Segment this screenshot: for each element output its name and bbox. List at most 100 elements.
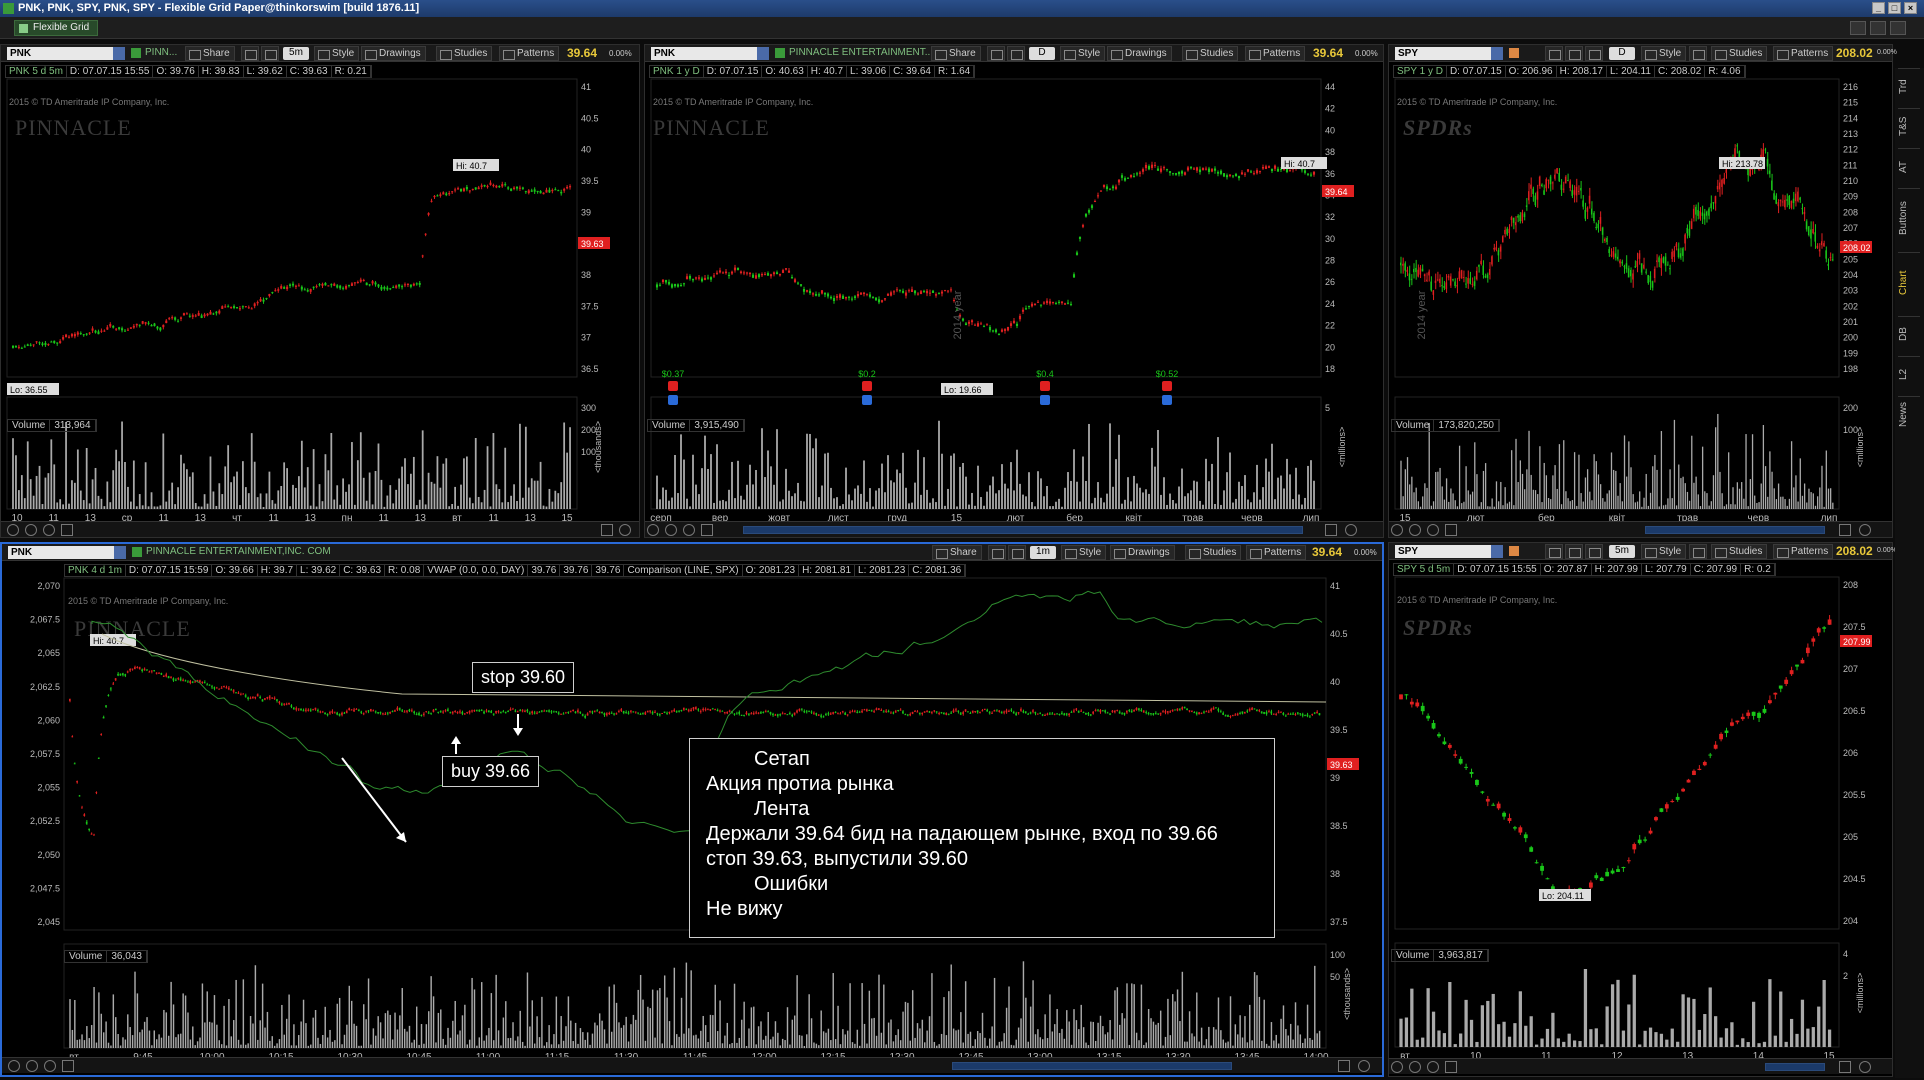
share-icon[interactable] bbox=[1545, 544, 1563, 559]
symbol-input[interactable]: PNK bbox=[7, 47, 125, 60]
share-icon[interactable] bbox=[1545, 46, 1563, 61]
timeframe-button[interactable]: 1m bbox=[1030, 546, 1056, 559]
sidebar-tab-db[interactable]: DB bbox=[1898, 316, 1920, 352]
horizontal-scrollbar[interactable] bbox=[952, 1062, 1232, 1070]
style-button[interactable]: Style bbox=[1641, 544, 1687, 559]
scroll-right-icon[interactable] bbox=[1839, 524, 1851, 536]
style-button[interactable]: Style bbox=[1641, 46, 1687, 61]
zoom-out-icon[interactable] bbox=[1409, 524, 1421, 536]
timeframe-button[interactable]: D bbox=[1609, 47, 1635, 60]
gear-icon[interactable] bbox=[1890, 21, 1906, 35]
sidebar-tab-ts[interactable]: T&S bbox=[1898, 108, 1920, 144]
grid-layout-icon[interactable] bbox=[1850, 21, 1866, 35]
patterns-button[interactable]: Patterns bbox=[1773, 544, 1834, 559]
symbol-input[interactable]: PNK bbox=[8, 546, 126, 559]
cursor-icon[interactable] bbox=[1445, 524, 1457, 536]
symbol-input[interactable]: SPY bbox=[1395, 545, 1503, 558]
patterns-button[interactable]: Patterns bbox=[1245, 46, 1306, 61]
scroll-right-icon[interactable] bbox=[1338, 1060, 1350, 1072]
drawings-button[interactable]: Drawings bbox=[1110, 545, 1175, 560]
scroll-right-icon[interactable] bbox=[601, 524, 613, 536]
expand-icon[interactable] bbox=[1859, 524, 1871, 536]
maximize-button[interactable]: □ bbox=[1888, 2, 1901, 14]
cursor-icon[interactable] bbox=[62, 1060, 74, 1072]
expand-icon[interactable] bbox=[619, 524, 631, 536]
wrench-icon[interactable] bbox=[1007, 46, 1025, 61]
magnifier-icon[interactable] bbox=[683, 524, 695, 536]
symbol-input[interactable]: SPY bbox=[1395, 47, 1503, 60]
studies-button[interactable]: Studies bbox=[436, 46, 493, 61]
studies-button[interactable]: Studies bbox=[1711, 46, 1768, 61]
flexible-grid-button[interactable]: Flexible Grid bbox=[14, 20, 99, 36]
style-button[interactable]: Style bbox=[314, 46, 360, 61]
crosshair-icon[interactable] bbox=[1565, 46, 1583, 61]
minimize-button[interactable]: _ bbox=[1872, 2, 1885, 14]
magnifier-icon[interactable] bbox=[1427, 1061, 1439, 1073]
sidebar-tab-trd[interactable]: Trd bbox=[1898, 68, 1920, 104]
expand-icon[interactable] bbox=[1345, 524, 1357, 536]
sidebar-tab-chart[interactable]: Chart bbox=[1898, 252, 1920, 312]
patterns-button[interactable]: Patterns bbox=[499, 46, 560, 61]
pin-icon[interactable] bbox=[1870, 21, 1886, 35]
timeframe-button[interactable]: D bbox=[1029, 47, 1055, 60]
style-button[interactable]: Style bbox=[1061, 545, 1107, 560]
horizontal-scrollbar[interactable] bbox=[1645, 526, 1825, 534]
studies-button[interactable]: Studies bbox=[1711, 544, 1768, 559]
drawings-icon[interactable] bbox=[1689, 46, 1707, 61]
drawings-button[interactable]: Drawings bbox=[1107, 46, 1172, 61]
zoom-in-icon[interactable] bbox=[1391, 1061, 1403, 1073]
price-chart[interactable]: 208 207.5 207 206.5 206 205.5 205 204.5 204 4 2 <mi… bbox=[1389, 563, 1894, 1076]
magnifier-icon[interactable] bbox=[44, 1060, 56, 1072]
zoom-in-icon[interactable] bbox=[8, 1060, 20, 1072]
share-button[interactable]: Share bbox=[931, 46, 981, 61]
expand-icon[interactable] bbox=[1358, 1060, 1370, 1072]
price-chart[interactable]: 44424038363432302826242220185<millions>с… bbox=[645, 65, 1385, 539]
studies-button[interactable]: Studies bbox=[1182, 46, 1239, 61]
crosshair-icon[interactable] bbox=[988, 545, 1006, 560]
close-button[interactable]: × bbox=[1904, 2, 1917, 14]
horizontal-scrollbar[interactable] bbox=[743, 526, 1303, 534]
sidebar-tab-news[interactable]: News bbox=[1898, 396, 1920, 432]
wrench-icon[interactable] bbox=[1585, 46, 1603, 61]
share-button[interactable]: Share bbox=[932, 545, 982, 560]
drawings-icon[interactable] bbox=[1689, 544, 1707, 559]
cursor-icon[interactable] bbox=[1445, 1061, 1457, 1073]
price-chart[interactable]: 4140.54039.53938.53837.53736.5300200100<… bbox=[1, 65, 641, 539]
timeframe-button[interactable]: 5m bbox=[283, 47, 309, 60]
expand-icon[interactable] bbox=[1859, 1061, 1871, 1073]
style-button[interactable]: Style bbox=[1060, 46, 1106, 61]
zoom-in-icon[interactable] bbox=[7, 524, 19, 536]
crosshair-icon[interactable] bbox=[241, 46, 259, 61]
sidebar-tab-at[interactable]: AT bbox=[1898, 148, 1920, 184]
patterns-button[interactable]: Patterns bbox=[1773, 46, 1834, 61]
cursor-icon[interactable] bbox=[61, 524, 73, 536]
magnifier-icon[interactable] bbox=[1427, 524, 1439, 536]
link-icon[interactable] bbox=[1509, 546, 1519, 556]
scroll-right-icon[interactable] bbox=[1325, 524, 1337, 536]
symbol-input[interactable]: PNK bbox=[651, 47, 769, 60]
magnifier-icon[interactable] bbox=[43, 524, 55, 536]
horizontal-scrollbar[interactable] bbox=[1765, 1063, 1825, 1071]
sidebar-tab-l2[interactable]: L2 bbox=[1898, 356, 1920, 392]
link-icon[interactable] bbox=[131, 48, 141, 58]
zoom-out-icon[interactable] bbox=[1409, 1061, 1421, 1073]
zoom-out-icon[interactable] bbox=[25, 524, 37, 536]
sidebar-tab-buttons[interactable]: Buttons bbox=[1898, 188, 1920, 248]
timeframe-button[interactable]: 5m bbox=[1609, 545, 1635, 558]
zoom-in-icon[interactable] bbox=[1391, 524, 1403, 536]
price-chart[interactable]: 2162152142132122112102092082072062052042… bbox=[1389, 65, 1894, 539]
studies-button[interactable]: Studies bbox=[1185, 545, 1242, 560]
patterns-button[interactable]: Patterns bbox=[1246, 545, 1307, 560]
drawings-button[interactable]: Drawings bbox=[361, 46, 426, 61]
link-icon[interactable] bbox=[132, 547, 142, 557]
crosshair-icon[interactable] bbox=[987, 46, 1005, 61]
link-icon[interactable] bbox=[1509, 48, 1519, 58]
crosshair-icon[interactable] bbox=[1565, 544, 1583, 559]
wrench-icon[interactable] bbox=[261, 46, 279, 61]
link-icon[interactable] bbox=[775, 48, 785, 58]
scroll-right-icon[interactable] bbox=[1839, 1061, 1851, 1073]
zoom-in-icon[interactable] bbox=[647, 524, 659, 536]
wrench-icon[interactable] bbox=[1008, 545, 1026, 560]
wrench-icon[interactable] bbox=[1585, 544, 1603, 559]
zoom-out-icon[interactable] bbox=[665, 524, 677, 536]
